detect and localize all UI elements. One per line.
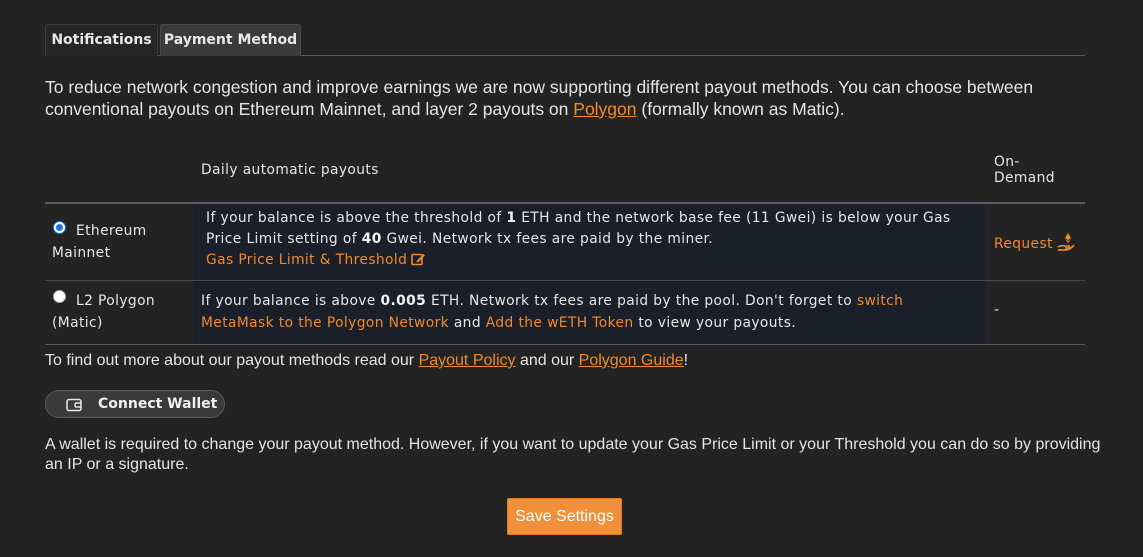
on-demand-unavailable: - (994, 302, 1000, 318)
findout-middle: and our (515, 352, 579, 369)
polygon-guide-link[interactable]: Polygon Guide (579, 352, 684, 369)
method-label-polygon-2: (Matic) (52, 312, 103, 334)
header-on-demand-line2: Demand (994, 170, 1055, 186)
radio-ethereum-mainnet[interactable] (53, 221, 66, 234)
request-label: Request (994, 236, 1053, 252)
connect-wallet-label: Connect Wallet (98, 396, 218, 412)
poly-desc-3: and (449, 315, 486, 331)
gas-price-threshold-link[interactable]: Gas Price Limit & Threshold (206, 252, 426, 270)
add-weth-token-link[interactable]: Add the wETH Token (486, 315, 634, 331)
header-daily-payouts: Daily automatic payouts (201, 162, 379, 178)
polygon-link[interactable]: Polygon (573, 99, 636, 119)
eth-desc-4: Gwei. Network tx fees are paid by the mi… (381, 231, 714, 247)
edit-icon (411, 252, 426, 270)
polygon-description: If your balance is above 0.005 ETH. Netw… (201, 290, 903, 334)
wallet-requirement-note: A wallet is required to change your payo… (45, 436, 1101, 473)
payout-policy-link[interactable]: Payout Policy (419, 352, 516, 369)
header-on-demand: On- Demand (994, 154, 1055, 186)
poly-threshold-value: 0.005 (380, 293, 427, 309)
method-polygon-line2: (Matic) (52, 315, 103, 331)
header-on-demand-line1: On- (994, 154, 1020, 170)
intro-text-start: To reduce network congestion and improve… (45, 77, 1034, 119)
payout-info-text: To find out more about our payout method… (45, 351, 688, 371)
gas-link-label: Gas Price Limit & Threshold (206, 252, 408, 268)
intro-text: To reduce network congestion and improve… (45, 76, 1095, 120)
method-label-polygon: L2 Polygon (76, 290, 155, 312)
method-ethereum-line2: Mainnet (52, 245, 111, 261)
request-payout-button[interactable]: Request (994, 232, 1076, 256)
save-settings-button[interactable]: Save Settings (507, 498, 622, 535)
eth-gas-limit-value: 40 (361, 231, 382, 247)
connect-wallet-button[interactable]: Connect Wallet (45, 390, 225, 418)
eth-desc-2: ETH and the network base fee (11 Gwei) i… (516, 210, 951, 226)
method-label-ethereum-2: Mainnet (52, 242, 110, 264)
poly-desc-4: to view your payouts. (633, 315, 797, 331)
method-ethereum-line1: Ethereum (76, 223, 147, 239)
tab-notifications[interactable]: Notifications (45, 24, 158, 56)
switch-network-link-part2[interactable]: MetaMask to the Polygon Network (201, 315, 449, 331)
hand-coin-icon (1057, 232, 1076, 256)
eth-desc-1: If your balance is above the threshold o… (206, 210, 507, 226)
findout-before: To find out more about our payout method… (45, 352, 419, 369)
method-polygon-line1: L2 Polygon (76, 293, 156, 309)
table-bottom-divider (45, 344, 1085, 345)
settings-tabs: Notifications Payment Method (45, 24, 1085, 56)
poly-desc-2: ETH. Network tx fees are paid by the poo… (426, 293, 857, 309)
table-row-ethereum: Ethereum Mainnet If your balance is abov… (45, 204, 1085, 280)
eth-threshold-value: 1 (506, 210, 517, 226)
method-label-ethereum: Ethereum (76, 220, 147, 242)
eth-desc-3: Price Limit setting of (206, 231, 362, 247)
payment-settings-page: Notifications Payment Method To reduce n… (0, 0, 1143, 557)
findout-after: ! (683, 352, 689, 369)
wallet-icon (66, 398, 82, 416)
table-row-polygon: L2 Polygon (Matic) If your balance is ab… (45, 281, 1085, 344)
switch-network-link-part1[interactable]: switch (857, 293, 903, 309)
poly-desc-1: If your balance is above (201, 293, 381, 309)
intro-text-end: (formally known as Matic). (636, 99, 845, 119)
tab-payment-method[interactable]: Payment Method (160, 24, 301, 56)
radio-l2-polygon[interactable] (53, 290, 66, 303)
ethereum-description: If your balance is above the threshold o… (206, 208, 951, 250)
